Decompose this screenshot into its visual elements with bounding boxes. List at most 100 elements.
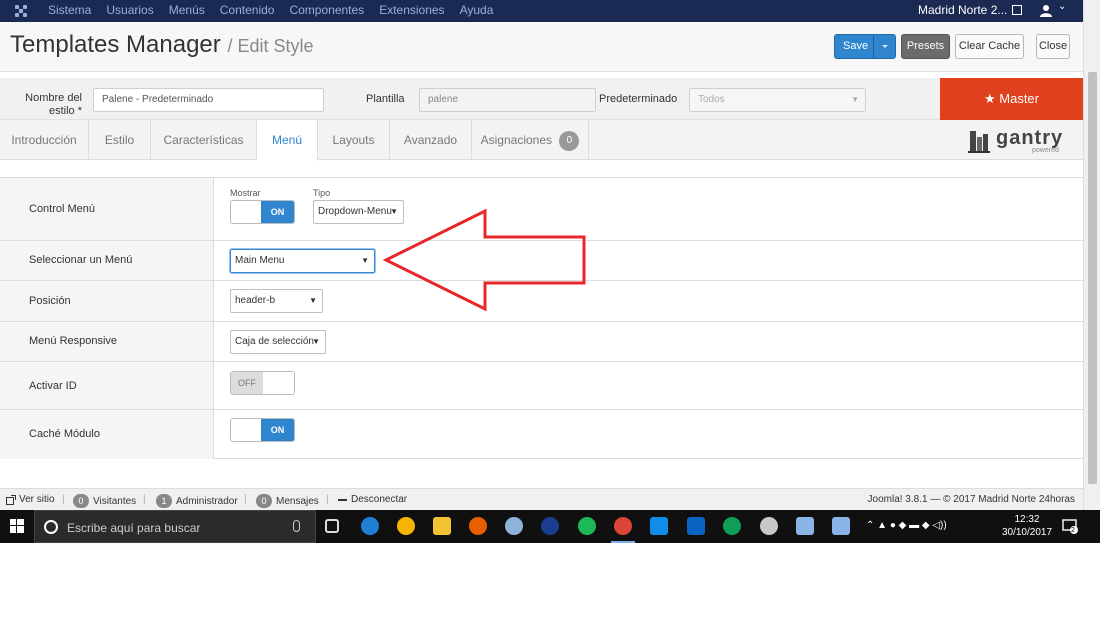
save-button[interactable]: Save	[834, 34, 896, 59]
clear-cache-button[interactable]: Clear Cache	[955, 34, 1024, 59]
user-icon[interactable]	[1040, 4, 1056, 18]
visitors-indicator[interactable]: 0 Visitantes	[73, 494, 136, 508]
copyright-text: Joomla! 3.8.1 — © 2017 Madrid Norte 24ho…	[867, 494, 1075, 505]
notepad-icon[interactable]	[796, 517, 814, 535]
default-select-value: Todos	[698, 94, 725, 105]
admin-menu-item[interactable]: Contenido	[220, 3, 275, 17]
taskbar-search-box[interactable]: Escribe aquí para buscar	[34, 510, 316, 543]
presets-button[interactable]: Presets	[901, 34, 950, 59]
view-site-link[interactable]: Ver sitio	[6, 494, 55, 505]
user-caret-icon[interactable]: ⌄	[1058, 1, 1066, 12]
admin-menu-item[interactable]: Extensiones	[379, 3, 444, 17]
setting-label: Control Menú	[29, 203, 96, 215]
save-button-label: Save	[843, 40, 869, 52]
setting-label: Menú Responsive	[29, 335, 118, 347]
taskbar-clock[interactable]: 12:32 30/10/2017	[1000, 513, 1054, 539]
paint-icon[interactable]	[760, 517, 778, 535]
admins-indicator[interactable]: 1 Administrador	[156, 494, 238, 508]
tab-asignaciones[interactable]: Asignaciones 0	[472, 120, 589, 160]
admin-bar: Sistema Usuarios Menús Contenido Compone…	[0, 0, 1100, 22]
responsive-value: Caja de selección	[235, 336, 314, 347]
default-label: Predeterminado	[599, 93, 678, 105]
firefox-icon[interactable]	[469, 517, 487, 535]
edge-icon[interactable]	[361, 517, 379, 535]
file-explorer-icon[interactable]	[433, 517, 451, 535]
joomla-logo-icon[interactable]	[14, 4, 28, 18]
setting-row-cache: Caché Módulo ON	[0, 410, 1083, 459]
save-dropdown-toggle[interactable]	[873, 35, 895, 58]
position-select[interactable]: header-b ▼	[230, 289, 323, 313]
close-button[interactable]: Close	[1036, 34, 1070, 59]
show-label: Mostrar	[230, 188, 261, 198]
admin-menu: Sistema Usuarios Menús Contenido Compone…	[48, 3, 508, 17]
external-link-icon[interactable]	[1012, 5, 1022, 15]
external-link-icon	[6, 494, 16, 505]
spotify-icon[interactable]	[578, 517, 596, 535]
activate-id-toggle[interactable]: OFF	[230, 371, 295, 395]
master-button[interactable]: ★ Master	[940, 78, 1083, 120]
messages-indicator[interactable]: 0 Mensajes	[256, 494, 319, 508]
scrollbar-thumb[interactable]	[1088, 72, 1097, 484]
style-name-input[interactable]: Palene - Predeterminado	[93, 88, 324, 112]
notification-center-icon[interactable]	[1062, 518, 1078, 534]
app-icon[interactable]	[541, 517, 559, 535]
toggle-off-state: OFF	[231, 372, 263, 394]
admin-menu-item[interactable]: Menús	[169, 3, 205, 17]
task-view-icon[interactable]	[325, 519, 339, 533]
windows-start-icon[interactable]	[10, 519, 24, 533]
tab-introduccion[interactable]: Introducción	[0, 120, 89, 160]
template-field: palene	[419, 88, 596, 112]
visitors-count-badge: 0	[73, 494, 89, 508]
status-footer: Ver sitio | 0 Visitantes | 1 Administrad…	[0, 488, 1083, 510]
tab-bar: Introducción Estilo Características Menú…	[0, 120, 1083, 161]
position-value: header-b	[235, 295, 276, 306]
outlook-icon[interactable]	[687, 517, 705, 535]
chrome-icon[interactable]	[614, 517, 632, 535]
select-menu-dropdown[interactable]: Main Menu ▼	[230, 249, 375, 273]
style-name-label: Nombre del estilo *	[25, 92, 82, 117]
admin-menu-item[interactable]: Usuarios	[106, 3, 153, 17]
tab-avanzado[interactable]: Avanzado	[390, 120, 472, 160]
setting-label: Activar ID	[29, 380, 77, 392]
notification-count: 2	[1071, 527, 1075, 534]
control-menu-toggle[interactable]: ON	[230, 200, 295, 224]
responsive-select[interactable]: Caja de selección ▼	[230, 330, 326, 354]
admin-menu-item[interactable]: Sistema	[48, 3, 91, 17]
toggle-on-state: ON	[261, 201, 294, 223]
system-tray[interactable]: ⌃ ▲ ● ◆ ▬ ◆ ◁))	[866, 520, 947, 531]
title-bar: Templates Manager / Edit Style Save Pres…	[0, 22, 1083, 72]
cache-toggle[interactable]: ON	[230, 418, 295, 442]
tab-layouts[interactable]: Layouts	[318, 120, 390, 160]
assignments-count-badge: 0	[559, 130, 580, 151]
chrome-icon[interactable]	[397, 517, 415, 535]
logout-label: Desconectar	[351, 494, 408, 505]
tab-caracteristicas[interactable]: Características	[151, 120, 257, 160]
setting-label: Seleccionar un Menú	[29, 254, 133, 266]
tab-menu[interactable]: Menú	[257, 120, 318, 161]
page-title: Templates Manager / Edit Style	[10, 31, 314, 59]
select-menu-value: Main Menu	[235, 255, 285, 266]
teamviewer-icon[interactable]	[650, 517, 668, 535]
chrome-icon[interactable]	[723, 517, 741, 535]
setting-row-activate-id: Activar ID OFF	[0, 362, 1083, 410]
chevron-down-icon	[882, 45, 888, 48]
app-icon[interactable]	[505, 517, 523, 535]
gantry-logo: gantry powered	[968, 127, 1064, 155]
logout-link[interactable]: Desconectar	[338, 494, 407, 505]
setting-label: Posición	[29, 295, 71, 307]
view-site-label: Ver sitio	[19, 494, 55, 505]
microphone-icon[interactable]	[293, 520, 300, 532]
style-header-row: Nombre del estilo * Palene - Predetermin…	[0, 78, 1083, 120]
page-subtitle: / Edit Style	[227, 36, 314, 56]
admin-menu-item[interactable]: Componentes	[289, 3, 364, 17]
notepad-icon[interactable]	[832, 517, 850, 535]
gantry-brand-tagline: powered	[1032, 147, 1059, 154]
messages-count-badge: 0	[256, 494, 272, 508]
admin-menu-item[interactable]: Ayuda	[460, 3, 494, 17]
site-name-link[interactable]: Madrid Norte 2...	[918, 3, 1007, 17]
annotation-arrow-icon	[382, 208, 586, 312]
admins-count-badge: 1	[156, 494, 172, 508]
page-scrollbar[interactable]	[1083, 0, 1100, 510]
tab-estilo[interactable]: Estilo	[89, 120, 151, 160]
screen: Sistema Usuarios Menús Contenido Compone…	[0, 0, 1100, 618]
